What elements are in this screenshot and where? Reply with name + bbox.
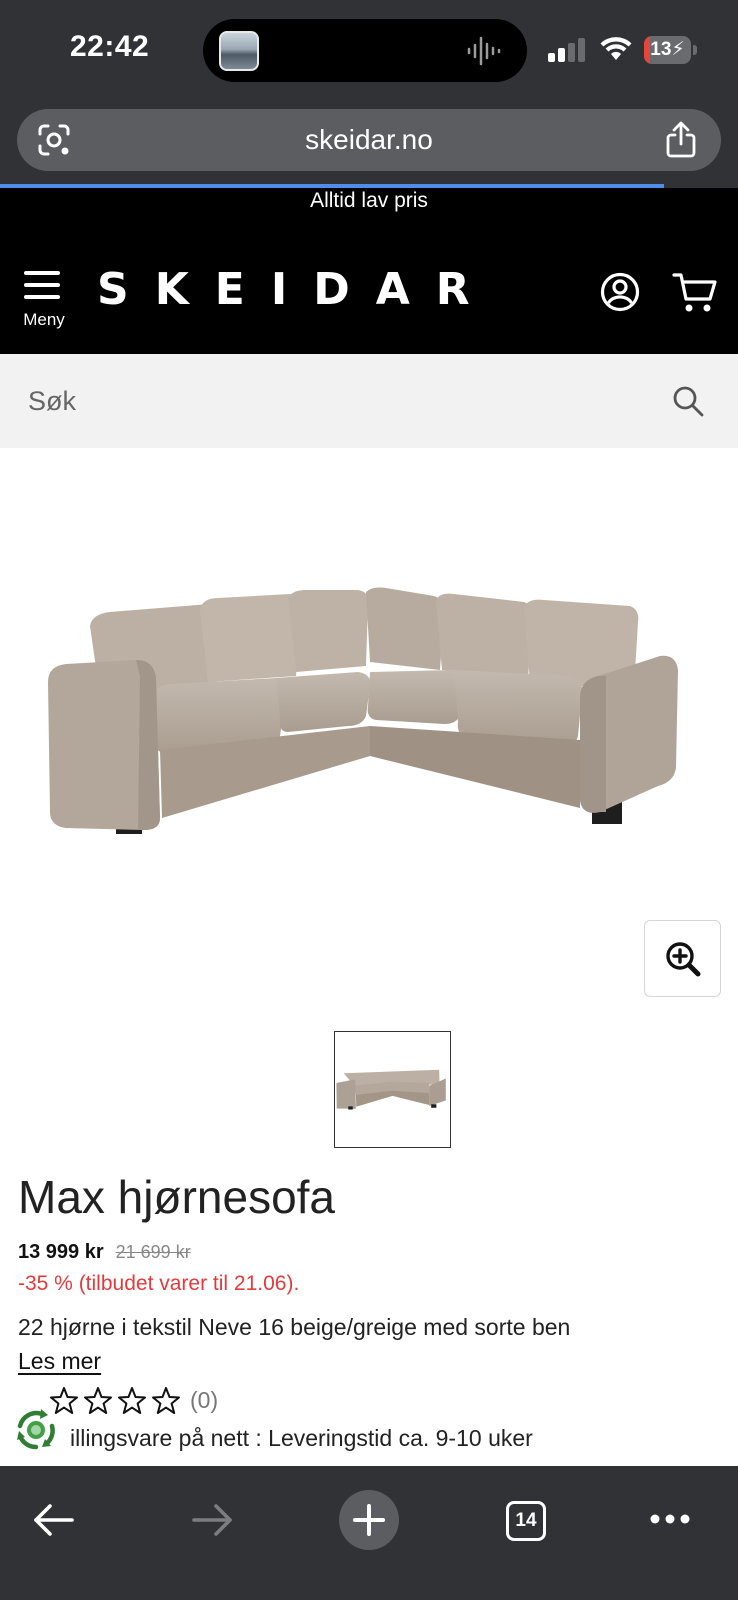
recycle-badge-icon[interactable]	[12, 1406, 60, 1454]
more-menu-icon[interactable]	[650, 1512, 690, 1526]
menu-button[interactable]: Meny	[20, 270, 68, 334]
cellular-signal-icon	[548, 38, 585, 62]
forward-arrow-icon[interactable]	[190, 1502, 234, 1538]
current-price: 13 999 kr	[18, 1241, 104, 1263]
rating-count: (0)	[190, 1387, 219, 1413]
back-arrow-icon[interactable]	[32, 1502, 76, 1538]
url-text[interactable]: skeidar.no	[17, 109, 721, 171]
original-price: 21 699 kr	[115, 1242, 191, 1262]
zoom-in-icon	[666, 942, 701, 977]
search-icon[interactable]	[672, 385, 704, 417]
wifi-icon	[600, 37, 632, 60]
delivery-info: illingsvare på nett : Leveringstid ca. 9…	[70, 1425, 533, 1451]
thumbnail-image	[336, 1069, 446, 1110]
product-thumbnail[interactable]	[334, 1031, 451, 1148]
new-tab-button[interactable]	[339, 1490, 399, 1550]
now-playing-thumbnail	[219, 31, 259, 71]
star-rating-icons	[50, 1387, 180, 1414]
status-bar: 22:42 13⚡	[0, 0, 738, 100]
cart-icon[interactable]	[672, 272, 718, 314]
menu-label: Meny	[23, 310, 65, 329]
account-icon[interactable]	[600, 272, 640, 312]
browser-window: 22:42 13⚡ skeidar.no Alltid lav pris Men…	[0, 0, 738, 1600]
tabs-counter-icon[interactable]: 14	[506, 1501, 546, 1541]
new-tab-plus-icon	[353, 1504, 385, 1536]
product-title: Max hjørnesofa	[18, 1171, 336, 1223]
skeidar-logo[interactable]: SKEIDAR	[97, 264, 496, 315]
hamburger-menu-icon	[24, 271, 60, 299]
zoom-button[interactable]	[644, 920, 721, 997]
google-lens-icon[interactable]	[37, 123, 71, 157]
product-image[interactable]	[40, 586, 700, 858]
browser-toolbar: 14	[0, 1466, 738, 1600]
site-header: Alltid lav pris Meny SKEIDAR	[0, 188, 738, 354]
search-input[interactable]	[28, 354, 648, 448]
battery-charging-icon: 13⚡	[644, 36, 697, 64]
discount-text: -35 % (tilbudet varer til 21.06).	[18, 1272, 300, 1295]
battery-percentage: 13	[650, 39, 672, 60]
address-bar[interactable]: skeidar.no	[17, 109, 721, 171]
audio-waveform-icon	[467, 36, 501, 66]
price-row: 13 999 kr 21 699 kr	[18, 1241, 191, 1267]
dynamic-island[interactable]	[203, 19, 527, 82]
share-icon[interactable]	[665, 121, 697, 159]
read-more-link[interactable]: Les mer	[18, 1348, 101, 1375]
search-bar	[0, 354, 738, 448]
address-bar-area: skeidar.no	[0, 100, 738, 184]
promo-banner: Alltid lav pris	[310, 189, 428, 212]
status-time: 22:42	[70, 30, 150, 63]
product-description: 22 hjørne i tekstil Neve 16 beige/greige…	[18, 1314, 571, 1340]
